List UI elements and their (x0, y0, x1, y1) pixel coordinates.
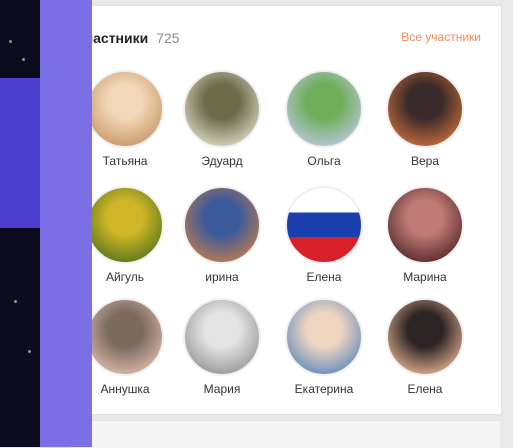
member-avatar[interactable] (386, 70, 464, 148)
member-item[interactable]: Мария (174, 298, 270, 396)
background-dot (14, 300, 17, 303)
member-name[interactable]: Елена (377, 382, 473, 396)
purple-side-panel (40, 0, 92, 447)
member-name[interactable]: ирина (174, 270, 270, 284)
member-avatar[interactable] (386, 298, 464, 376)
member-item[interactable]: Эдуард (174, 70, 270, 168)
member-item[interactable]: Екатерина (276, 298, 372, 396)
member-name[interactable]: Марина (377, 270, 473, 284)
members-count: 725 (156, 30, 180, 46)
member-item[interactable]: ирина (174, 186, 270, 284)
member-avatar[interactable] (86, 298, 164, 376)
member-avatar[interactable] (285, 298, 363, 376)
member-avatar[interactable] (183, 298, 261, 376)
member-name[interactable]: Ольга (276, 154, 372, 168)
members-title: частники (85, 30, 149, 46)
member-item[interactable]: Вера (377, 70, 473, 168)
background-left-panel (0, 0, 40, 447)
member-avatar[interactable] (285, 186, 363, 264)
background-dot (22, 58, 25, 61)
member-name[interactable]: Екатерина (276, 382, 372, 396)
background-dot (9, 40, 12, 43)
member-avatar[interactable] (183, 70, 261, 148)
background-blue-stripe (0, 78, 40, 228)
member-avatar[interactable] (386, 186, 464, 264)
member-item[interactable]: Ольга (276, 70, 372, 168)
next-card-edge (70, 420, 500, 448)
member-item[interactable]: Елена (276, 186, 372, 284)
member-avatar[interactable] (86, 186, 164, 264)
member-avatar[interactable] (86, 70, 164, 148)
all-members-link[interactable]: Все участники (401, 30, 481, 44)
member-name[interactable]: Вера (377, 154, 473, 168)
member-avatar[interactable] (285, 70, 363, 148)
background-dot (28, 350, 31, 353)
member-item[interactable]: Елена (377, 298, 473, 396)
member-name[interactable]: Елена (276, 270, 372, 284)
member-avatar[interactable] (183, 186, 261, 264)
member-name[interactable]: Мария (174, 382, 270, 396)
members-header: частники 725 (85, 28, 180, 48)
member-item[interactable]: Марина (377, 186, 473, 284)
member-name[interactable]: Эдуард (174, 154, 270, 168)
